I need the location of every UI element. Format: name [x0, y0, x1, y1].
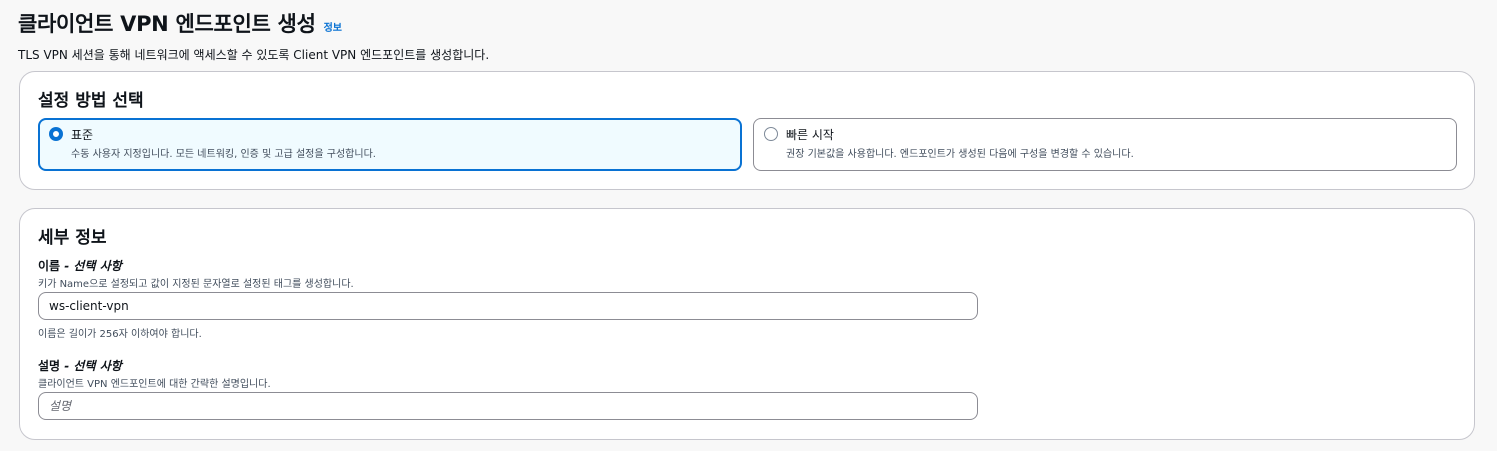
page-header: 클라이언트 VPN 엔드포인트 생성 정보 TLS VPN 세션을 통해 네트워… [18, 8, 1478, 63]
quick-start-option-label: 빠른 시작 [786, 128, 834, 142]
page-description: TLS VPN 세션을 통해 네트워크에 액세스할 수 있도록 Client V… [18, 48, 490, 62]
radio-unselected-icon[interactable] [764, 127, 778, 141]
name-field-description: 키가 Name으로 설정되고 값이 지정된 문자열로 설정된 태그를 생성합니다… [38, 279, 354, 290]
description-field-description: 클라이언트 VPN 엔드포인트에 대한 간략한 설명입니다. [38, 379, 271, 390]
name-constraint-text: 이름은 길이가 256자 이하여야 합니다. [38, 329, 202, 340]
description-optional-text: - 선택 사항 [60, 359, 122, 373]
quick-start-option-description: 권장 기본값을 사용합니다. 엔드포인트가 생성된 다음에 구성을 변경할 수 … [786, 149, 1134, 160]
standard-option-label: 표준 [71, 128, 94, 142]
info-link[interactable]: 정보 [324, 19, 342, 34]
setup-method-title: 설정 방법 선택 [38, 91, 144, 111]
page-title: 클라이언트 VPN 엔드포인트 생성 [18, 12, 316, 36]
name-input[interactable] [38, 292, 978, 320]
name-label-text: 이름 [38, 259, 61, 273]
details-title: 세부 정보 [38, 228, 107, 248]
setup-method-container: 설정 방법 선택 표준 수동 사용자 지정입니다. 모든 네트워킹, 인증 및 … [19, 71, 1475, 190]
radio-selected-icon[interactable] [49, 127, 63, 141]
quick-start-option-tile[interactable]: 빠른 시작 권장 기본값을 사용합니다. 엔드포인트가 생성된 다음에 구성을 … [753, 118, 1457, 171]
standard-option-tile[interactable]: 표준 수동 사용자 지정입니다. 모든 네트워킹, 인증 및 고급 설정을 구성… [38, 118, 742, 171]
description-field-label: 설명 - 선택 사항 [38, 357, 122, 374]
standard-option-description: 수동 사용자 지정입니다. 모든 네트워킹, 인증 및 고급 설정을 구성합니다… [71, 149, 376, 160]
description-input[interactable] [38, 392, 978, 420]
name-field-label: 이름 - 선택 사항 [38, 257, 122, 274]
description-label-text: 설명 [38, 359, 61, 373]
name-optional-text: - 선택 사항 [60, 259, 122, 273]
title-row: 클라이언트 VPN 엔드포인트 생성 정보 [18, 8, 1478, 38]
details-container: 세부 정보 이름 - 선택 사항 키가 Name으로 설정되고 값이 지정된 문… [19, 208, 1475, 440]
